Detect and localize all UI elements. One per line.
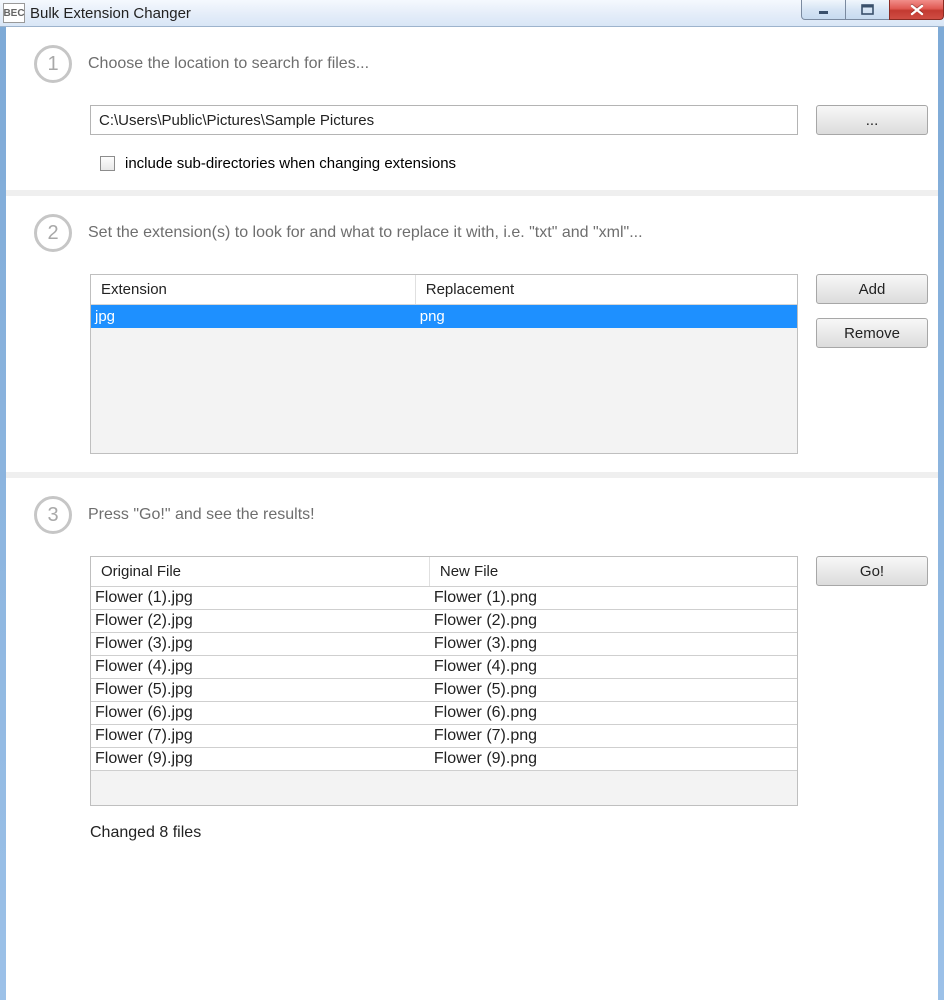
result-row[interactable]: Flower (9).jpgFlower (9).png <box>91 748 797 771</box>
step1-section: 1 Choose the location to search for file… <box>6 27 938 190</box>
extension-table[interactable]: Extension Replacement jpgpng <box>90 274 798 454</box>
original-file-cell: Flower (2).jpg <box>91 610 430 632</box>
replacement-cell: png <box>416 305 797 328</box>
extension-row[interactable]: jpgpng <box>91 305 797 328</box>
maximize-button[interactable] <box>845 0 890 20</box>
new-file-cell: Flower (9).png <box>430 748 797 770</box>
result-row[interactable]: Flower (6).jpgFlower (6).png <box>91 702 797 725</box>
step3-heading: Press "Go!" and see the results! <box>88 506 315 524</box>
step2-section: 2 Set the extension(s) to look for and w… <box>6 196 938 472</box>
new-file-cell: Flower (5).png <box>430 679 797 701</box>
new-file-cell: Flower (2).png <box>430 610 797 632</box>
original-file-cell: Flower (3).jpg <box>91 633 430 655</box>
step3-number: 3 <box>34 496 72 534</box>
close-icon <box>910 4 924 16</box>
res-col-header-new[interactable]: New File <box>430 557 797 586</box>
minimize-icon <box>818 4 830 16</box>
new-file-cell: Flower (6).png <box>430 702 797 724</box>
include-subdirs-checkbox[interactable] <box>100 156 115 171</box>
result-row[interactable]: Flower (1).jpgFlower (1).png <box>91 587 797 610</box>
new-file-cell: Flower (4).png <box>430 656 797 678</box>
results-table[interactable]: Original File New File Flower (1).jpgFlo… <box>90 556 798 806</box>
client-area: 1 Choose the location to search for file… <box>6 27 938 1000</box>
window-title: Bulk Extension Changer <box>30 5 191 22</box>
res-col-header-original[interactable]: Original File <box>91 557 430 586</box>
ext-col-header-replacement[interactable]: Replacement <box>416 275 797 304</box>
maximize-icon <box>861 4 874 15</box>
step3-section: 3 Press "Go!" and see the results! Origi… <box>6 478 938 848</box>
new-file-cell: Flower (7).png <box>430 725 797 747</box>
step1-number: 1 <box>34 45 72 83</box>
original-file-cell: Flower (7).jpg <box>91 725 430 747</box>
include-subdirs-label: include sub-directories when changing ex… <box>125 155 456 172</box>
minimize-button[interactable] <box>801 0 846 20</box>
remove-button[interactable]: Remove <box>816 318 928 348</box>
app-icon: BEC <box>3 3 25 23</box>
result-row[interactable]: Flower (5).jpgFlower (5).png <box>91 679 797 702</box>
new-file-cell: Flower (1).png <box>430 587 797 609</box>
step2-heading: Set the extension(s) to look for and wha… <box>88 224 643 242</box>
new-file-cell: Flower (3).png <box>430 633 797 655</box>
result-row[interactable]: Flower (4).jpgFlower (4).png <box>91 656 797 679</box>
result-row[interactable]: Flower (2).jpgFlower (2).png <box>91 610 797 633</box>
close-button[interactable] <box>889 0 944 20</box>
original-file-cell: Flower (5).jpg <box>91 679 430 701</box>
extension-cell: jpg <box>91 305 416 328</box>
window-controls <box>802 0 944 20</box>
add-button[interactable]: Add <box>816 274 928 304</box>
result-row[interactable]: Flower (3).jpgFlower (3).png <box>91 633 797 656</box>
step2-number: 2 <box>34 214 72 252</box>
step1-heading: Choose the location to search for files.… <box>88 55 369 73</box>
path-input[interactable] <box>90 105 798 135</box>
original-file-cell: Flower (1).jpg <box>91 587 430 609</box>
ext-col-header-extension[interactable]: Extension <box>91 275 416 304</box>
result-row[interactable]: Flower (7).jpgFlower (7).png <box>91 725 797 748</box>
original-file-cell: Flower (4).jpg <box>91 656 430 678</box>
status-text: Changed 8 files <box>90 824 928 842</box>
original-file-cell: Flower (6).jpg <box>91 702 430 724</box>
original-file-cell: Flower (9).jpg <box>91 748 430 770</box>
browse-button[interactable]: ... <box>816 105 928 135</box>
titlebar[interactable]: BEC Bulk Extension Changer <box>0 0 944 27</box>
go-button[interactable]: Go! <box>816 556 928 586</box>
